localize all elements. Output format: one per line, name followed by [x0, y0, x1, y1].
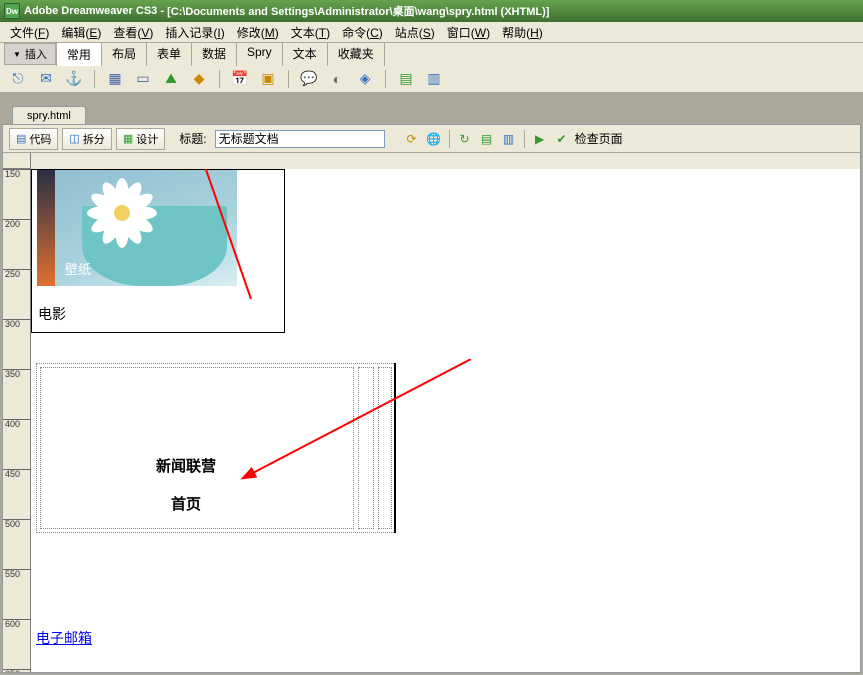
named-anchor-icon[interactable]: ⚓	[64, 69, 84, 89]
ruler-tick: 500	[3, 519, 31, 529]
ruler-tick: 650	[3, 669, 31, 672]
insert-bar: 插入 常用布局表单数据Spry文本收藏夹 ⎋ ✉ ⚓ ▦ ▭ ⛰ ◆ 📅 ▣ 💬 ◐ ◈ ▤ ▥	[0, 43, 863, 94]
insert-panel-label[interactable]: 插入	[4, 43, 56, 65]
layout-table[interactable]: 新闻联营 首页	[36, 363, 396, 533]
separator	[524, 130, 525, 148]
media-icon[interactable]: ◆	[189, 69, 209, 89]
menu-f[interactable]: 文件(F)	[4, 22, 55, 43]
design-canvas[interactable]: 壁纸 电影 新闻联营 首页 电子邮箱	[31, 169, 860, 672]
menu-t[interactable]: 文本(T)	[285, 22, 336, 43]
menu-m[interactable]: 修改(M)	[231, 22, 285, 43]
refresh-icon[interactable]: ↻	[456, 130, 474, 148]
insert-tab-5[interactable]: 文本	[283, 42, 328, 66]
document-title-input[interactable]	[215, 130, 385, 148]
separator	[385, 70, 386, 88]
insert-icon-row: ⎋ ✉ ⚓ ▦ ▭ ⛰ ◆ 📅 ▣ 💬 ◐ ◈ ▤ ▥	[0, 65, 863, 93]
wallpaper-caption: 壁纸	[65, 259, 91, 278]
canvas-wrap: 150 200 250 300 350 400 450 500 550 600 650	[3, 169, 860, 672]
hyperlink-icon[interactable]: ⎋	[8, 69, 28, 89]
split-view-button[interactable]: ◫拆分	[62, 128, 111, 150]
head-icon[interactable]: ◐	[327, 69, 347, 89]
separator	[288, 70, 289, 88]
ruler-tick: 450	[3, 469, 31, 479]
ruler-tick: 150	[3, 169, 31, 179]
separator	[219, 70, 220, 88]
email-link[interactable]: 电子邮箱	[36, 628, 860, 648]
globe-icon[interactable]: 🌐	[425, 130, 443, 148]
insert-tab-6[interactable]: 收藏夹	[328, 42, 385, 66]
app-name: Adobe Dreamweaver CS3	[24, 5, 157, 17]
menu-v[interactable]: 查看(V)	[107, 22, 159, 43]
document-tab-strip: spry.html	[0, 104, 863, 124]
separator	[94, 70, 95, 88]
comment-icon[interactable]: 💬	[299, 69, 319, 89]
vertical-ruler: 150 200 250 300 350 400 450 500 550 600 650	[3, 169, 31, 672]
script-icon[interactable]: ◈	[355, 69, 375, 89]
flower-icon	[87, 178, 157, 248]
menu-e[interactable]: 编辑(E)	[55, 22, 107, 43]
movie-label[interactable]: 电影	[32, 286, 284, 332]
code-view-button[interactable]: ▤代码	[9, 128, 58, 150]
options-icon[interactable]: ▥	[500, 130, 518, 148]
ruler-tick: 550	[3, 569, 31, 579]
wallpaper-image[interactable]: 壁纸	[37, 170, 237, 286]
insert-tab-4[interactable]: Spry	[237, 42, 283, 66]
menu-i[interactable]: 插入记录(I)	[159, 22, 230, 43]
title-label: 标题:	[179, 130, 206, 147]
insert-tab-3[interactable]: 数据	[192, 42, 237, 66]
headline-text[interactable]: 新闻联营	[156, 455, 216, 476]
div-icon[interactable]: ▭	[133, 69, 153, 89]
ruler-tick: 600	[3, 619, 31, 629]
app-logo: Dw	[4, 3, 20, 19]
sync-icon[interactable]: ⟳	[403, 130, 421, 148]
check-page-icon[interactable]: ✔	[553, 130, 571, 148]
insert-tab-strip: 插入 常用布局表单数据Spry文本收藏夹	[0, 43, 863, 65]
ruler-tick: 200	[3, 219, 31, 229]
ruler-tick: 350	[3, 369, 31, 379]
image-icon[interactable]: ⛰	[161, 69, 181, 89]
validate-icon[interactable]: ▶	[531, 130, 549, 148]
insert-tab-2[interactable]: 表单	[147, 42, 192, 66]
document-tab[interactable]: spry.html	[12, 106, 86, 124]
ruler-tick: 250	[3, 269, 31, 279]
ruler-tick: 400	[3, 419, 31, 429]
menu-w[interactable]: 窗口(W)	[441, 22, 496, 43]
insert-tab-0[interactable]: 常用	[56, 42, 102, 66]
tag-chooser-icon[interactable]: ▥	[424, 69, 444, 89]
check-page-label: 检查页面	[575, 130, 623, 147]
templates-icon[interactable]: ▤	[396, 69, 416, 89]
menu-bar: 文件(F)编辑(E)查看(V)插入记录(I)修改(M)文本(T)命令(C)站点(…	[0, 22, 863, 43]
document-panel: ▤代码 ◫拆分 ▦设计 标题: ⟳ 🌐 ↻ ▤ ▥ ▶ ✔ 检查页面 50100…	[2, 124, 861, 673]
menu-h[interactable]: 帮助(H)	[496, 22, 549, 43]
ruler-corner	[3, 153, 31, 169]
horizontal-ruler-row: 5010015020025030035040045050055060065070…	[3, 153, 860, 169]
server-include-icon[interactable]: ▣	[258, 69, 278, 89]
email-link-icon[interactable]: ✉	[36, 69, 56, 89]
menu-s[interactable]: 站点(S)	[389, 22, 441, 43]
ruler-tick: 300	[3, 319, 31, 329]
home-text[interactable]: 首页	[171, 493, 201, 514]
table-icon[interactable]: ▦	[105, 69, 125, 89]
spry-container[interactable]: 壁纸 电影	[31, 169, 285, 333]
document-area: spry.html ▤代码 ◫拆分 ▦设计 标题: ⟳ 🌐 ↻ ▤ ▥ ▶ ✔ …	[0, 94, 863, 675]
title-separator: -	[157, 5, 167, 17]
file-manage-icon[interactable]: ▤	[478, 130, 496, 148]
separator	[449, 130, 450, 148]
insert-tab-1[interactable]: 布局	[102, 42, 147, 66]
document-path: [C:\Documents and Settings\Administrator…	[167, 3, 549, 19]
date-icon[interactable]: 📅	[230, 69, 250, 89]
document-toolbar: ▤代码 ◫拆分 ▦设计 标题: ⟳ 🌐 ↻ ▤ ▥ ▶ ✔ 检查页面	[3, 125, 860, 153]
title-bar: Dw Adobe Dreamweaver CS3 - [C:\Documents…	[0, 0, 863, 22]
menu-c[interactable]: 命令(C)	[336, 22, 389, 43]
design-view-button[interactable]: ▦设计	[116, 128, 165, 150]
